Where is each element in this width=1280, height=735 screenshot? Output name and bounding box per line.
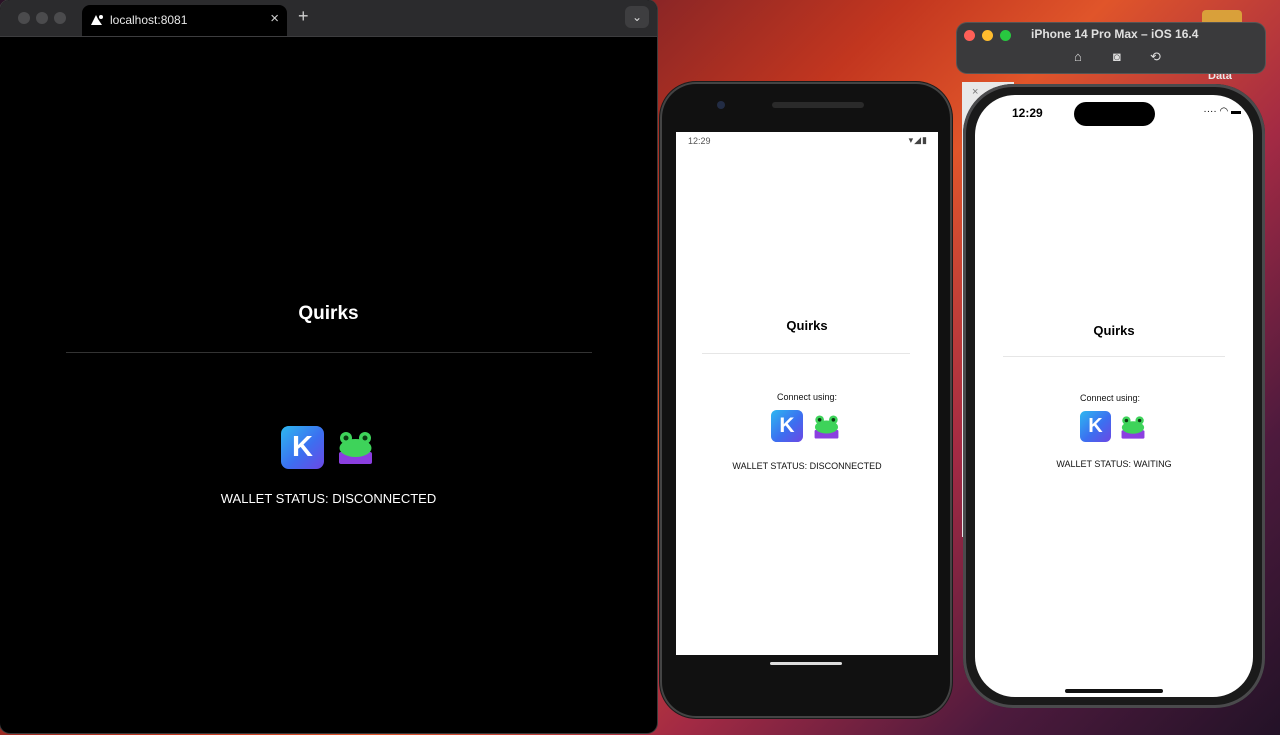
maximize-window-button[interactable] [1000,30,1011,41]
status-icons: ···· ◠ ▬ [1203,106,1241,117]
home-gesture-bar[interactable] [770,662,842,665]
tab-list-button[interactable]: ⌄ [625,6,649,28]
page-title: Quirks [298,303,359,324]
frog-wallet-button[interactable] [1120,415,1146,440]
rotate-icon[interactable]: ⟲ [1150,49,1161,65]
frog-wallet-button[interactable] [813,414,840,440]
connect-label: Connect using: [776,392,838,402]
screenshot-icon[interactable]: ◙ [1113,49,1121,64]
page-title: Quirks [1093,323,1135,338]
close-window-button[interactable] [964,30,975,41]
simulator-title: iPhone 14 Pro Max – iOS 16.4 [1031,27,1199,41]
connect-label: Connect using: [1079,393,1141,403]
close-icon[interactable]: × [972,86,978,98]
home-icon[interactable]: ⌂ [1074,49,1082,64]
android-screen: 12:29 ▾◢▮ Quirks Connect using: K WALLET… [676,132,938,655]
camera-icon [717,101,725,109]
minimize-window-button[interactable] [982,30,993,41]
divider [702,353,910,354]
page-title: Quirks [786,318,828,333]
new-tab-button[interactable]: + [298,6,309,27]
iphone-screen: 12:29 ···· ◠ ▬ Quirks Connect using: K W… [975,95,1253,697]
simulator-toolbar: iPhone 14 Pro Max – iOS 16.4 ⌂ ◙ ⟲ [957,23,1265,73]
home-indicator[interactable] [1065,689,1163,693]
maximize-window-button[interactable] [54,12,66,24]
frog-wallet-button[interactable] [337,430,374,466]
wallet-status: WALLET STATUS: DISCONNECTED [220,491,437,506]
tab-localhost[interactable]: localhost:8081 × [82,5,287,36]
tab-title: localhost:8081 [110,13,188,27]
expo-favicon-icon [91,15,103,25]
browser-window: localhost:8081 × + ⌄ Quirks K WALLET STA… [0,0,657,733]
k-wallet-button[interactable]: K [1080,411,1111,442]
speaker-grille [772,102,864,108]
k-wallet-button[interactable]: K [281,426,324,469]
dynamic-island [1074,102,1155,126]
status-clock: 12:29 [1012,106,1043,120]
status-clock: 12:29 [688,136,711,146]
iphone-simulator: 12:29 ···· ◠ ▬ Quirks Connect using: K W… [963,84,1265,708]
close-window-button[interactable] [18,12,30,24]
wallet-status: WALLET STATUS: WAITING [1056,459,1172,469]
minimize-window-button[interactable] [36,12,48,24]
tab-bar: localhost:8081 × + ⌄ [0,0,657,37]
divider [1003,356,1225,357]
divider [66,352,592,353]
close-tab-icon[interactable]: × [270,10,279,27]
android-emulator: 12:29 ▾◢▮ Quirks Connect using: K WALLET… [660,82,952,718]
wallet-status: WALLET STATUS: DISCONNECTED [732,461,882,471]
folder-icon[interactable] [1202,10,1242,24]
k-wallet-button[interactable]: K [771,410,803,442]
status-icons: ▾◢▮ [908,135,928,145]
